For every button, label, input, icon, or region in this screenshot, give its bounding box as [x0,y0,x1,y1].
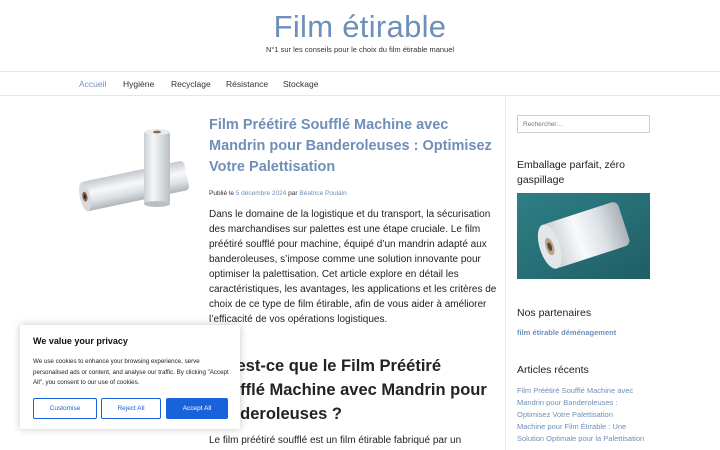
cookie-text: We use cookies to enhance your browsing … [33,358,229,386]
partner-link[interactable]: film étirable déménagement [517,328,616,337]
cookie-title: We value your privacy [33,336,128,346]
post-paragraph: Le film préétiré soufflé est un film éti… [209,435,462,446]
search-input[interactable] [517,115,650,133]
post-section-heading: Qu’est-ce que le Film Préétiré Soufflé M… [209,357,487,423]
site-header: Film étirable N°1 sur les conseils pour … [0,0,720,72]
widget-title-articles-recents: Articles récents [517,364,589,376]
customise-button[interactable]: Customise [33,398,97,419]
widget-title-emballage: Emballage parfait, zéro gaspillage [517,159,625,186]
cookie-buttons: Customise Reject All Accept All [33,398,233,419]
recent-articles-list: Film Préétiré Soufflé Machine avec Mandr… [517,385,652,445]
cookie-consent-banner: We value your privacy We use cookies to … [20,325,240,429]
sidebar-divider [505,96,506,450]
post-thumbnail-image[interactable] [76,127,194,217]
reject-all-button[interactable]: Reject All [101,398,161,419]
post-meta-by-label: par [288,190,298,197]
site-title[interactable]: Film étirable [0,9,720,45]
nav-item-accueil[interactable]: Accueil [79,79,106,89]
post-meta-published-label: Publié le [209,190,234,197]
post-date-link[interactable]: 5 décembre 2024 [236,190,287,197]
accept-all-button[interactable]: Accept All [166,398,228,419]
widget-film-roll-image[interactable] [517,193,650,279]
nav-item-hygiene[interactable]: Hygiène [123,79,154,89]
nav-item-stockage[interactable]: Stockage [283,79,318,89]
recent-article-link[interactable]: Film Préétiré Soufflé Machine avec Mandr… [517,385,652,421]
site-description: N°1 sur les conseils pour le choix du fi… [265,45,455,54]
post-title[interactable]: Film Préétiré Soufflé Machine avec Mandr… [209,115,499,178]
post-author-link[interactable]: Béatrice Poulain [299,190,346,197]
post-excerpt: Dans le domaine de la logistique et du t… [209,209,497,325]
widget-title-partenaires: Nos partenaires [517,307,592,319]
nav-item-recyclage[interactable]: Recyclage [171,79,211,89]
main-nav: Accueil Hygiène Recyclage Résistance Sto… [0,71,720,96]
post-meta: Publié le 5 décembre 2024 par Béatrice P… [209,190,499,197]
nav-item-resistance[interactable]: Résistance [226,79,268,89]
recent-article-link[interactable]: Machine pour Film Étirable : Une Solutio… [517,421,652,445]
